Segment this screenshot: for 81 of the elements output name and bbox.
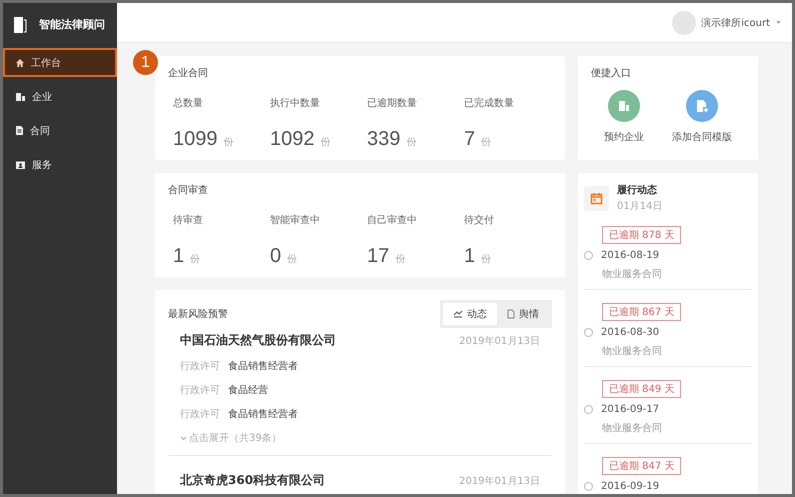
stat-value: 339 [367, 128, 400, 151]
entry-text: 食品经营 [228, 384, 268, 397]
shortcut-button[interactable] [686, 90, 718, 122]
app-name: 智能法律顾问 [39, 17, 105, 32]
card-title: 便捷入口 [591, 66, 632, 80]
entry-type: 行政许可 [180, 408, 220, 421]
sidebar-item[interactable]: 服务 [3, 150, 117, 179]
logo-icon [13, 16, 27, 34]
date: 2016-08-30 [601, 327, 660, 338]
radio-button[interactable] [584, 482, 593, 491]
date: 2016-08-19 [601, 250, 660, 261]
stat-unit: 份 [481, 253, 492, 266]
stat-label: 总数量 [173, 96, 204, 110]
entry-text: 食品销售经营者 [228, 408, 298, 421]
user-name[interactable]: 演示律所icourt [701, 16, 770, 30]
stat-unit: 份 [190, 253, 200, 266]
home-icon [15, 58, 25, 68]
sidebar-item[interactable]: 企业 [3, 82, 117, 111]
tab[interactable]: 舆情 [497, 303, 549, 325]
shortcut-label[interactable]: 添加合同模版 [672, 130, 732, 144]
card-title: 合同审查 [168, 184, 209, 197]
stat-value: 7 [464, 128, 476, 151]
stat-label: 待交付 [464, 214, 495, 227]
stat-unit: 份 [406, 136, 416, 149]
card-title: 企业合同 [168, 66, 209, 80]
overdue-badge: 已逾期 867 天 [602, 303, 682, 321]
avatar[interactable] [672, 10, 696, 34]
radio-button[interactable] [584, 251, 593, 260]
chevron-down-icon [180, 436, 187, 440]
calendar-icon [590, 192, 603, 204]
date: 2016-09-17 [601, 404, 660, 415]
caret-icon[interactable] [775, 20, 782, 25]
entry-type: 行政许可 [180, 384, 220, 397]
stat-label: 待审查 [173, 214, 204, 227]
overdue-badge: 已逾期 849 天 [602, 380, 682, 398]
card-title: 最新风险预警 [168, 308, 228, 321]
stat-label: 执行中数量 [270, 96, 321, 110]
stat-unit: 份 [287, 253, 298, 266]
stat-label: 自己审查中 [367, 214, 418, 227]
step-marker: 1 [133, 50, 158, 75]
contract-name: 物业服务合同 [602, 268, 663, 281]
date: 2019年01月13日 [459, 334, 540, 348]
date: 01月14日 [617, 200, 662, 213]
entry-text: 食品销售经营者 [228, 360, 298, 373]
entry-type: 行政许可 [180, 360, 220, 373]
radio-button[interactable] [584, 328, 593, 337]
stat-value: 17 [367, 245, 390, 268]
stat-value: 1 [464, 245, 476, 268]
sidebar-item[interactable]: 工作台 [3, 48, 117, 77]
document-icon [15, 125, 24, 136]
stat-unit: 份 [481, 136, 492, 149]
stat-label: 智能审查中 [270, 214, 321, 227]
card-title: 履行动态 [617, 184, 658, 197]
building-icon [617, 99, 631, 113]
company-name[interactable]: 北京奇虎360科技有限公司 [180, 472, 326, 489]
overdue-badge: 已逾期 878 天 [602, 226, 682, 244]
stat-unit: 份 [395, 253, 406, 266]
stat-label: 已完成数量 [464, 96, 515, 110]
stat-unit: 份 [320, 136, 330, 149]
shortcut-button[interactable] [608, 90, 640, 122]
stat-value: 0 [270, 245, 282, 268]
date: 2019年01月13日 [459, 474, 540, 488]
trend-icon [453, 310, 463, 318]
stat-value: 1 [173, 245, 184, 268]
contract-name: 物业服务合同 [602, 344, 663, 358]
sidebar-item[interactable]: 合同 [3, 116, 117, 145]
date: 2016-09-19 [601, 481, 660, 492]
id-card-icon [15, 160, 26, 170]
overdue-badge: 已逾期 847 天 [602, 457, 682, 475]
document-icon [507, 309, 515, 319]
tab[interactable]: 动态 [443, 303, 497, 325]
contract-name: 物业服务合同 [602, 422, 663, 435]
stat-value: 1092 [270, 128, 314, 151]
company-name[interactable]: 中国石油天然气股份有限公司 [180, 332, 336, 349]
building-icon [15, 92, 26, 102]
radio-button[interactable] [584, 405, 593, 414]
shortcut-label[interactable]: 预约企业 [604, 130, 644, 144]
document-plus-icon [695, 99, 709, 113]
stat-unit: 份 [224, 136, 234, 149]
stat-value: 1099 [173, 128, 218, 151]
stat-label: 已逾期数量 [367, 96, 418, 110]
